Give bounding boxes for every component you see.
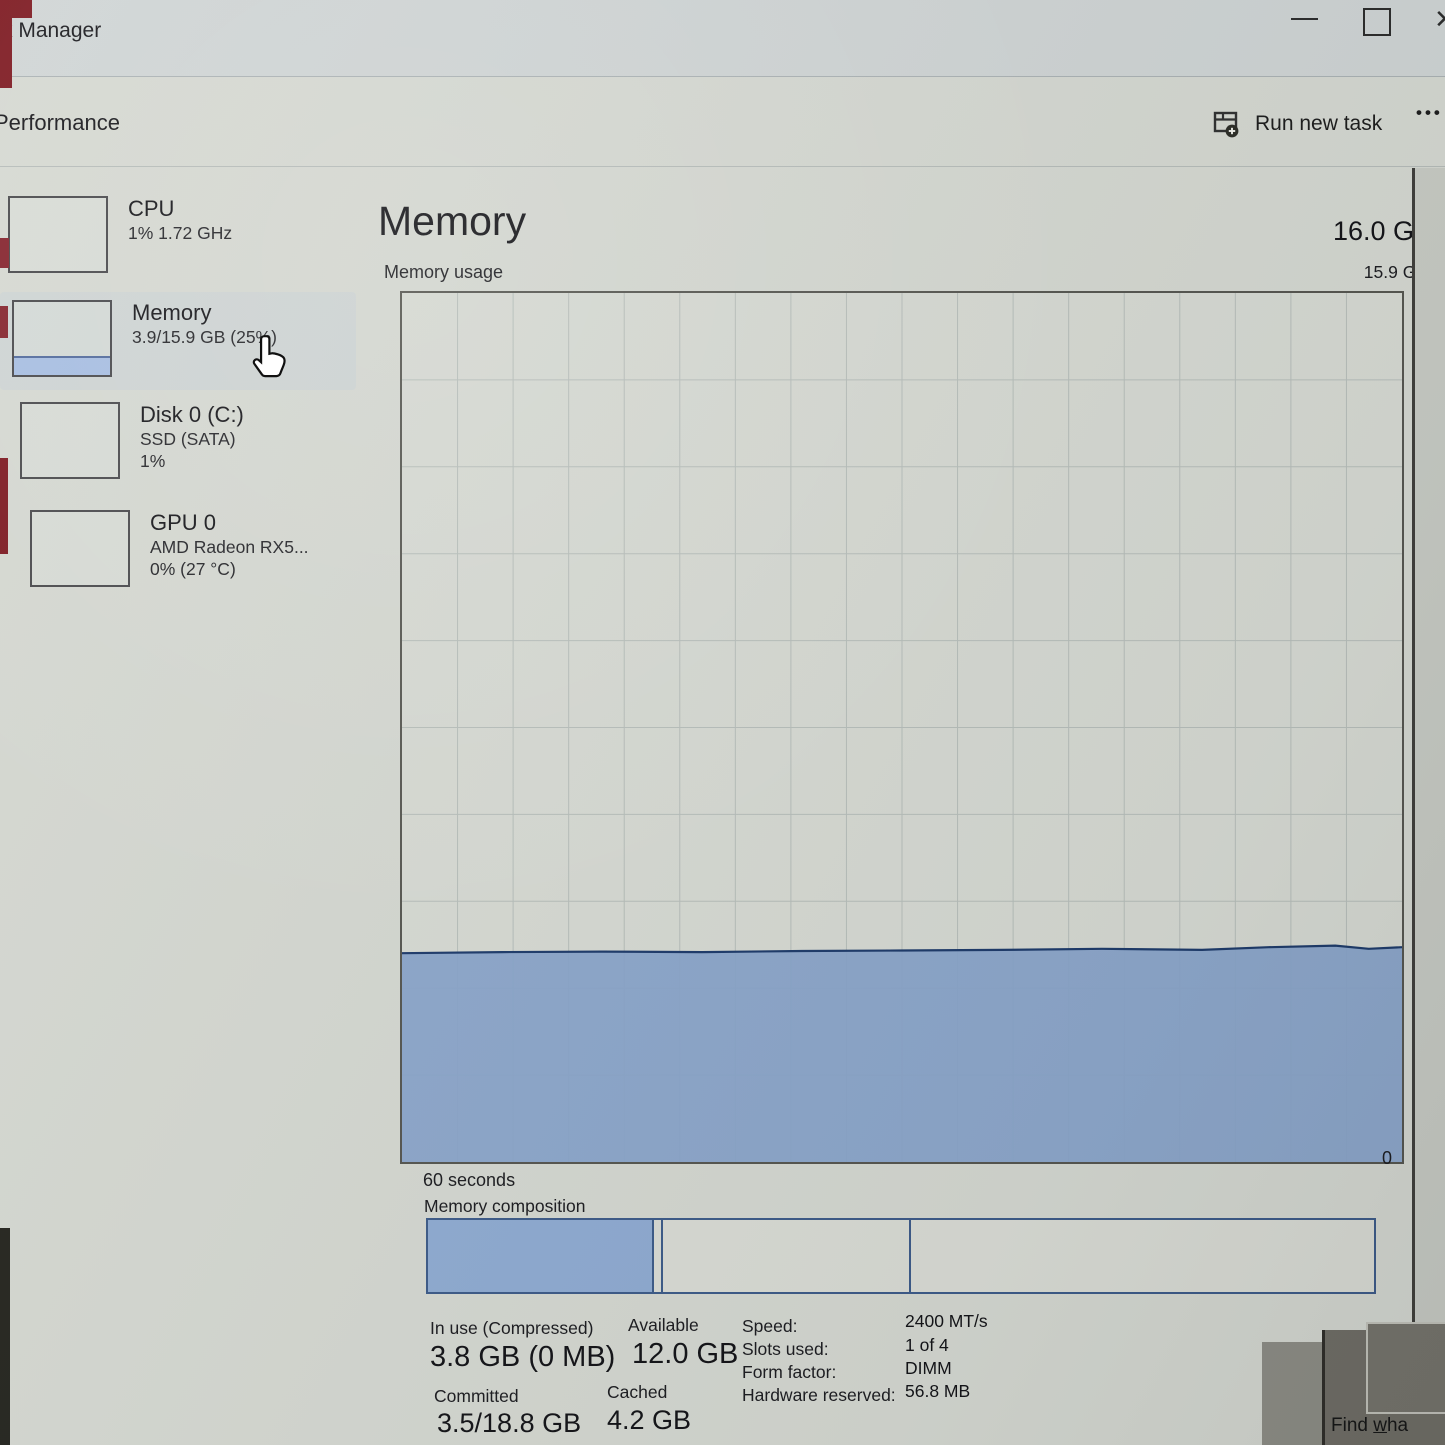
composition-segment-modified bbox=[654, 1220, 663, 1292]
page-title-performance: Performance bbox=[0, 110, 120, 136]
minimize-icon[interactable] bbox=[1291, 18, 1318, 20]
photo-edge-artifact bbox=[0, 306, 8, 338]
disk-usage: 1% bbox=[140, 450, 244, 472]
cpu-mini-graph bbox=[8, 196, 108, 273]
inuse-label: In use (Compressed) bbox=[430, 1318, 593, 1339]
photo-edge-artifact bbox=[0, 0, 32, 18]
gpu-mini-graph bbox=[30, 510, 130, 587]
speed-value: 2400 MT/s bbox=[905, 1311, 988, 1332]
memory-usage-label: Memory usage bbox=[384, 262, 503, 283]
run-new-task-icon bbox=[1212, 109, 1242, 139]
photo-edge-artifact bbox=[0, 1228, 10, 1445]
hardware-reserved-value: 56.8 MB bbox=[905, 1381, 970, 1402]
disk-mini-graph bbox=[20, 402, 120, 479]
cpu-stats: 1% 1.72 GHz bbox=[128, 222, 232, 244]
cached-label: Cached bbox=[607, 1382, 667, 1403]
composition-segment-free bbox=[911, 1220, 1374, 1292]
slots-used-label: Slots used: bbox=[742, 1339, 829, 1360]
screen: k Manager ✕ Performance Run new task •••… bbox=[0, 0, 1445, 1445]
run-new-task-label: Run new task bbox=[1255, 112, 1382, 136]
composition-segment-in-use bbox=[428, 1220, 654, 1292]
photo-edge-artifact bbox=[0, 458, 8, 554]
close-icon[interactable]: ✕ bbox=[1434, 4, 1445, 35]
memory-page-title: Memory bbox=[378, 198, 526, 245]
title-bar: k Manager ✕ bbox=[0, 0, 1445, 77]
sidebar-item-gpu0[interactable]: GPU 0 AMD Radeon RX5... 0% (27 °C) bbox=[30, 510, 309, 587]
composition-segment-standby bbox=[663, 1220, 912, 1292]
page-header: Performance Run new task ••• bbox=[0, 77, 1445, 167]
find-dialog-inner-box[interactable] bbox=[1366, 1322, 1445, 1414]
memory-composition-label: Memory composition bbox=[424, 1196, 585, 1217]
memory-mini-graph-fill bbox=[14, 356, 110, 375]
inuse-value: 3.8 GB (0 MB) bbox=[430, 1341, 615, 1374]
form-factor-value: DIMM bbox=[905, 1358, 952, 1379]
memory-mini-graph bbox=[12, 300, 112, 377]
find-what-label: Find wha bbox=[1331, 1415, 1408, 1437]
more-options-icon[interactable]: ••• bbox=[1416, 103, 1443, 123]
sidebar-item-disk0[interactable]: Disk 0 (C:) SSD (SATA) 1% bbox=[20, 402, 244, 479]
screen-edge-band bbox=[1412, 168, 1445, 1445]
window-title: k Manager bbox=[2, 19, 101, 43]
disk-type: SSD (SATA) bbox=[140, 428, 244, 450]
memory-label: Memory bbox=[132, 300, 277, 326]
hardware-reserved-label: Hardware reserved: bbox=[742, 1385, 896, 1406]
slots-used-value: 1 of 4 bbox=[905, 1335, 949, 1356]
memory-usage-area-plot bbox=[402, 293, 1402, 1162]
mouse-cursor-hand bbox=[249, 333, 291, 379]
available-value: 12.0 GB bbox=[632, 1338, 738, 1371]
chart-x-left-label: 60 seconds bbox=[423, 1170, 515, 1191]
form-factor-label: Form factor: bbox=[742, 1362, 836, 1383]
photo-edge-artifact bbox=[0, 238, 9, 268]
cpu-label: CPU bbox=[128, 196, 232, 222]
sidebar-item-memory[interactable]: Memory 3.9/15.9 GB (25%) bbox=[12, 300, 277, 377]
memory-composition-bar bbox=[426, 1218, 1376, 1294]
gpu-usage: 0% (27 °C) bbox=[150, 558, 309, 580]
memory-total-capacity: 16.0 GB bbox=[1232, 216, 1432, 247]
chart-ymax-label: 15.9 GB bbox=[1278, 262, 1428, 283]
committed-value: 3.5/18.8 GB bbox=[437, 1408, 581, 1439]
sidebar-item-cpu[interactable]: CPU 1% 1.72 GHz bbox=[8, 196, 232, 273]
maximize-icon[interactable] bbox=[1363, 8, 1391, 36]
committed-label: Committed bbox=[434, 1386, 519, 1407]
speed-label: Speed: bbox=[742, 1316, 797, 1337]
gpu-label: GPU 0 bbox=[150, 510, 309, 536]
disk-label: Disk 0 (C:) bbox=[140, 402, 244, 428]
chart-x-right-label: 0 bbox=[1282, 1148, 1392, 1169]
gpu-model: AMD Radeon RX5... bbox=[150, 536, 309, 558]
memory-usage-chart bbox=[400, 291, 1404, 1164]
available-label: Available bbox=[628, 1315, 699, 1336]
cached-value: 4.2 GB bbox=[607, 1405, 691, 1436]
run-new-task-button[interactable]: Run new task bbox=[1212, 102, 1382, 146]
